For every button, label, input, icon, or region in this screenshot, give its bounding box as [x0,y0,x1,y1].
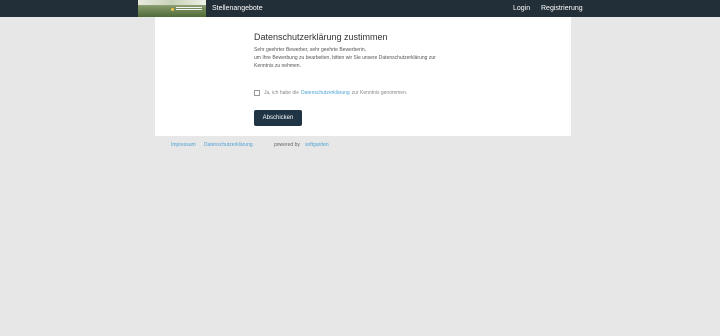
consent-privacy-link[interactable]: Datenschutzerklärung [301,90,350,96]
instruction-text-line2: Kenntnis zu nehmen. [254,63,301,69]
footer-impressum-link[interactable]: Impressum [171,142,196,150]
logo-wordmark [176,7,202,8]
consent-label-suffix: zur Kenntnis genommen. [351,90,408,96]
nav-job-offers-link[interactable]: Stellenangebote [212,0,263,17]
submit-button[interactable]: Abschicken [254,110,302,126]
footer-powered-by: powered by [274,142,300,148]
consent-label-prefix: Ja, ich habe die [264,90,300,96]
consent-checkbox[interactable] [254,90,260,96]
page-title: Datenschutzerklärung zustimmen [254,32,388,42]
register-link[interactable]: Registrierung [541,0,583,17]
company-logo[interactable] [138,0,206,17]
logo-emblem-icon [171,8,174,11]
logo-banner [138,0,206,5]
top-navbar: Stellenangebote Login Registrierung [0,0,720,17]
consent-row: Ja, ich habe die Datenschutzerklärung zu… [254,89,407,97]
greeting-text: Sehr geehrter Bewerber, sehr geehrte Bew… [254,47,367,53]
instruction-text-line1: um Ihre Bewerbung zu bearbeiten, bitten … [254,55,436,61]
login-link[interactable]: Login [513,0,530,17]
footer-softgarden-link[interactable]: softgarden [305,142,329,150]
footer-privacy-link[interactable]: Datenschutzerklärung [204,142,253,150]
